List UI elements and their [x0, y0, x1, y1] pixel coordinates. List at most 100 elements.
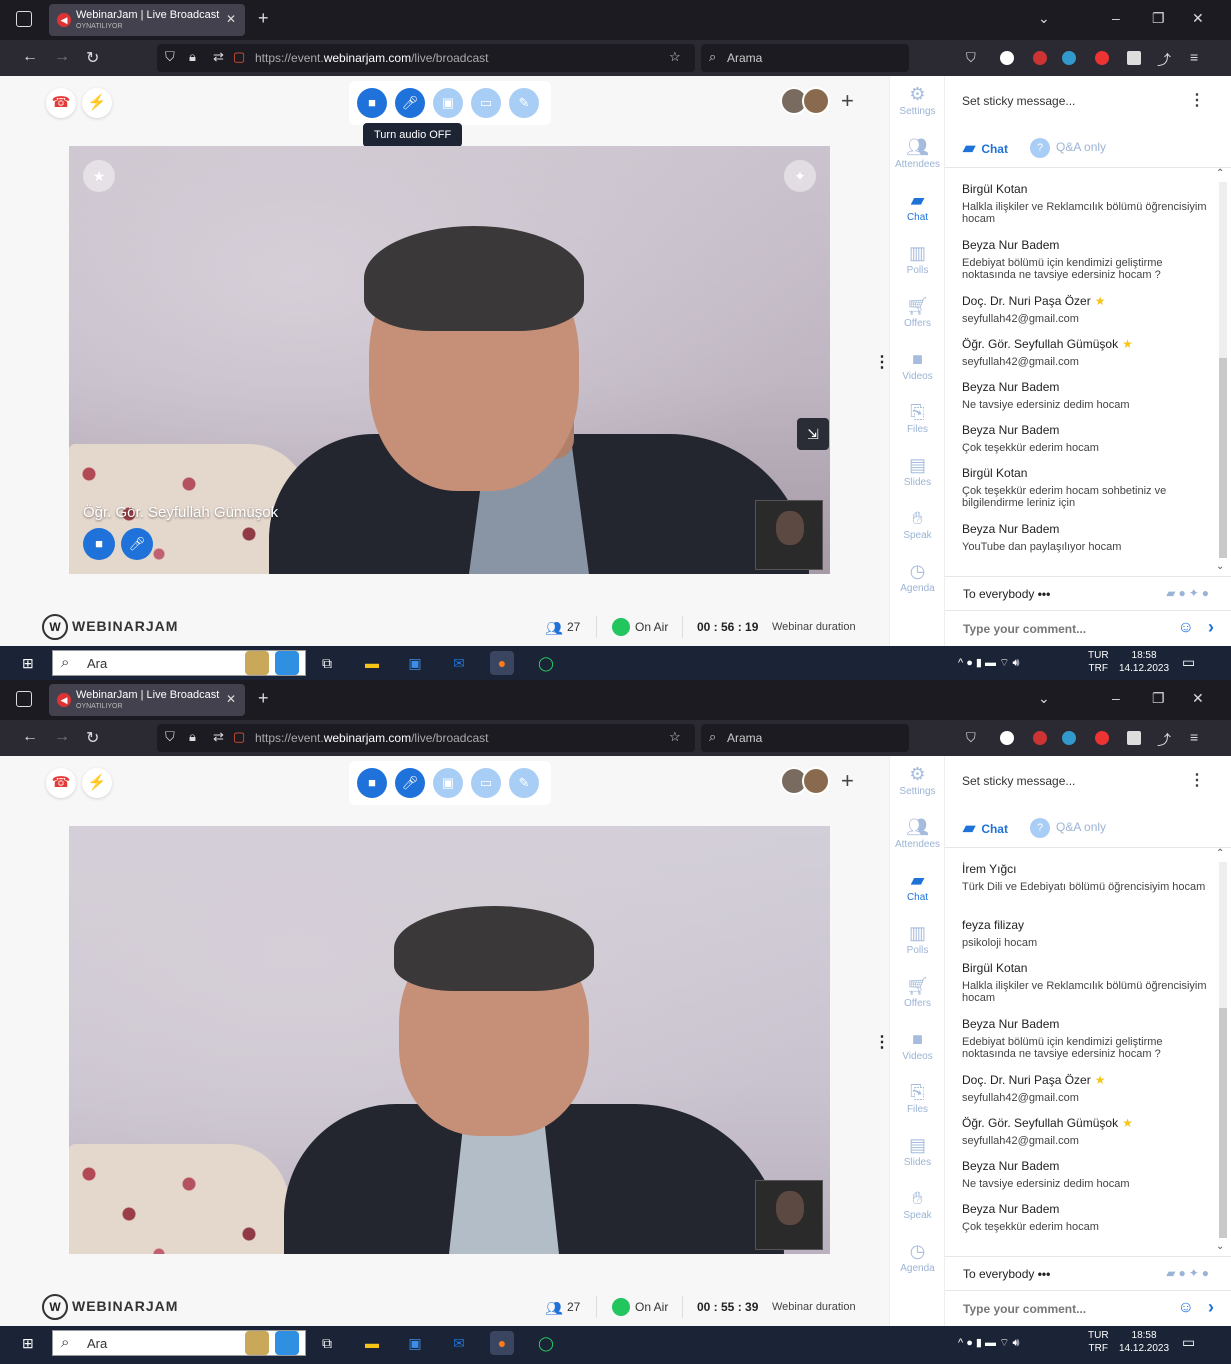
rail-polls[interactable]: ▥ Polls: [890, 243, 945, 276]
system-tray-icons[interactable]: ^ ● ▮ ▬ ⌔ 🔊︎: [958, 656, 1019, 670]
chat-options-icon[interactable]: ⋮: [1189, 90, 1205, 110]
rail-speak[interactable]: ✋︎ Speak: [890, 508, 945, 541]
minimize-icon[interactable]: –: [1112, 10, 1120, 26]
sticky-message-input[interactable]: Set sticky message...: [962, 94, 1075, 108]
hang-up-button[interactable]: ☎: [46, 768, 76, 798]
notification-icon[interactable]: ▭: [1182, 654, 1195, 671]
menu-icon[interactable]: ≡: [1190, 49, 1198, 65]
search-highlight-icon[interactable]: [275, 651, 299, 675]
restore-icon[interactable]: ❐: [1152, 690, 1165, 707]
back-icon[interactable]: ←: [22, 728, 38, 746]
rail-slides[interactable]: ▤ Slides: [890, 455, 945, 488]
rail-videos[interactable]: ■ Videos: [890, 349, 945, 382]
extension-n-icon[interactable]: [1000, 731, 1014, 745]
tab-chat[interactable]: ▰ Chat: [963, 138, 1008, 158]
store-icon[interactable]: ▣: [403, 651, 427, 675]
forward-icon[interactable]: →: [54, 728, 70, 746]
whiteboard-pen-button[interactable]: ✎: [509, 88, 539, 118]
extension-record-icon[interactable]: [1095, 731, 1109, 745]
extension-n-icon[interactable]: [1000, 51, 1014, 65]
reload-icon[interactable]: ↻: [86, 48, 99, 68]
chat-scrollbar[interactable]: ⌃ ⌄: [1216, 168, 1228, 572]
emoji-icon[interactable]: ☺: [1178, 1299, 1194, 1317]
extension-red-icon[interactable]: [1033, 731, 1047, 745]
restore-icon[interactable]: ❐: [1152, 10, 1165, 27]
minimize-icon[interactable]: –: [1112, 690, 1120, 706]
video-mic-button[interactable]: 🎤︎: [121, 528, 153, 560]
share-icon[interactable]: ⤴: [1157, 50, 1171, 70]
rail-speak[interactable]: ✋︎ Speak: [890, 1188, 945, 1221]
new-tab-icon[interactable]: +: [258, 688, 269, 709]
main-video[interactable]: ★ ✦ Öğr. Gör. Seyfullah Gümüşok ■ 🎤︎: [69, 146, 830, 574]
rail-chat[interactable]: ▰ Chat: [890, 870, 945, 903]
tab-list-icon[interactable]: [16, 691, 32, 707]
task-view-icon[interactable]: ⧉: [315, 651, 339, 675]
avatar[interactable]: [802, 767, 830, 795]
more-options-icon[interactable]: ⋮: [874, 352, 890, 372]
file-explorer-icon[interactable]: ▬: [360, 651, 384, 675]
pocket-icon[interactable]: ⛉: [966, 50, 976, 66]
language-indicator[interactable]: TUR TRF: [1088, 649, 1109, 675]
notification-icon[interactable]: ▭: [1182, 1334, 1195, 1351]
microphone-toggle-button[interactable]: 🎤︎: [395, 768, 425, 798]
screen-share-button[interactable]: ▭: [471, 88, 501, 118]
scroll-thumb[interactable]: [1219, 358, 1227, 558]
search-box[interactable]: ⌕ Arama: [701, 44, 909, 72]
bookmark-star-icon[interactable]: ☆: [669, 49, 681, 65]
self-view-thumbnail[interactable]: [755, 1180, 823, 1250]
clock[interactable]: 18:58 14.12.2023: [1119, 1329, 1169, 1355]
language-indicator[interactable]: TUR TRF: [1088, 1329, 1109, 1355]
rail-offers[interactable]: 🛒︎ Offers: [890, 296, 945, 329]
chat-tool-icons[interactable]: ▰●✦●: [1166, 1266, 1212, 1280]
reader-icon[interactable]: [1127, 51, 1141, 65]
scroll-up-icon[interactable]: ⌃: [1216, 848, 1224, 859]
reload-icon[interactable]: ↻: [86, 728, 99, 748]
windows-start-icon[interactable]: ⊞: [22, 655, 34, 672]
share-icon[interactable]: ⤴: [1157, 730, 1171, 750]
rail-slides[interactable]: ▤ Slides: [890, 1135, 945, 1168]
chat-tool-icons[interactable]: ▰●✦●: [1166, 586, 1212, 600]
rail-agenda[interactable]: ◷ Agenda: [890, 561, 945, 594]
whatsapp-icon[interactable]: ◯: [534, 1331, 558, 1355]
search-highlight-icon[interactable]: [245, 1331, 269, 1355]
scroll-down-icon[interactable]: ⌄: [1216, 1241, 1224, 1252]
hang-up-button[interactable]: ☎: [46, 88, 76, 118]
tab-qa-only[interactable]: ? Q&A only: [1030, 818, 1106, 838]
search-box[interactable]: ⌕ Arama: [701, 724, 909, 752]
firefox-icon[interactable]: ●: [490, 651, 514, 675]
browser-tab[interactable]: ◀ WebinarJam | Live Broadcast OYNATILIYO…: [49, 4, 245, 36]
avatar[interactable]: [802, 87, 830, 115]
rail-chat[interactable]: ▰ Chat: [890, 190, 945, 223]
extension-blue-icon[interactable]: [1062, 731, 1076, 745]
mail-icon[interactable]: ✉: [447, 1331, 471, 1355]
back-icon[interactable]: ←: [22, 48, 38, 66]
tab-qa-only[interactable]: ? Q&A only: [1030, 138, 1106, 158]
forward-icon[interactable]: →: [54, 48, 70, 66]
mail-icon[interactable]: ✉: [447, 651, 471, 675]
lightning-button[interactable]: ⚡: [82, 88, 112, 118]
rail-agenda[interactable]: ◷ Agenda: [890, 1241, 945, 1274]
rail-settings[interactable]: ⚙ Settings: [890, 84, 945, 117]
browser-tab[interactable]: ◀ WebinarJam | Live Broadcast OYNATILIYO…: [49, 684, 245, 716]
url-bar[interactable]: ⛉ 🔒︎ ⇄ ▢ https://event.webinarjam.com/li…: [157, 44, 695, 72]
rail-polls[interactable]: ▥ Polls: [890, 923, 945, 956]
file-explorer-icon[interactable]: ▬: [360, 1331, 384, 1355]
chevron-down-icon[interactable]: ⌄: [1038, 690, 1050, 707]
firefox-icon[interactable]: ●: [490, 1331, 514, 1355]
system-tray-icons[interactable]: ^ ● ▮ ▬ ⌔ 🔊︎: [958, 1336, 1019, 1350]
clock[interactable]: 18:58 14.12.2023: [1119, 649, 1169, 675]
task-view-icon[interactable]: ⧉: [315, 1331, 339, 1355]
add-presenter-button[interactable]: +: [841, 88, 854, 114]
microphone-toggle-button[interactable]: 🎤︎: [395, 88, 425, 118]
url-bar[interactable]: ⛉ 🔒︎ ⇄ ▢ https://event.webinarjam.com/li…: [157, 724, 695, 752]
self-view-thumbnail[interactable]: [755, 500, 823, 570]
screen-capture-button[interactable]: ▣: [433, 768, 463, 798]
reader-icon[interactable]: [1127, 731, 1141, 745]
video-camera-button[interactable]: ■: [83, 528, 115, 560]
tab-list-icon[interactable]: [16, 11, 32, 27]
whatsapp-icon[interactable]: ◯: [534, 651, 558, 675]
chat-options-icon[interactable]: ⋮: [1189, 770, 1205, 790]
extension-red-icon[interactable]: [1033, 51, 1047, 65]
send-icon[interactable]: ›: [1208, 1297, 1214, 1318]
main-video[interactable]: [69, 826, 830, 1254]
